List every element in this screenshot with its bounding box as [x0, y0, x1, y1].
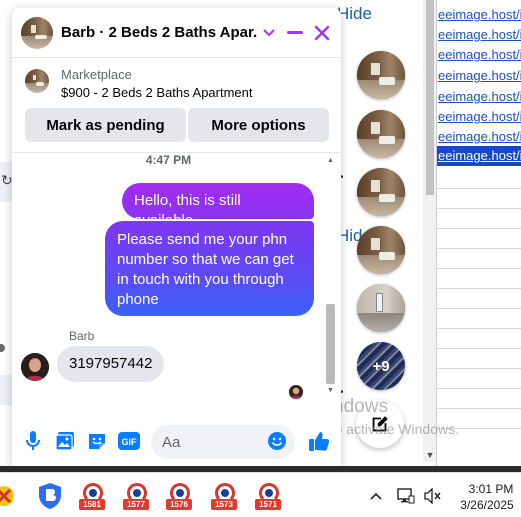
- apartment-photo: [357, 51, 405, 99]
- grid-line: [436, 248, 521, 249]
- apartment-photo: [357, 168, 405, 216]
- image-link[interactable]: eeimage.host/i/: [437, 127, 521, 147]
- chat-title[interactable]: Barb · 2 Beds 2 Baths Apar...: [61, 24, 257, 41]
- network-icon[interactable]: [397, 487, 415, 505]
- more-chats-button[interactable]: +9: [357, 342, 405, 390]
- received-message[interactable]: 3197957442: [57, 346, 165, 382]
- thumbs-up-icon[interactable]: [308, 430, 330, 452]
- notification-badge: 1577: [123, 499, 149, 510]
- chat-head-avatar[interactable]: [357, 284, 405, 332]
- image-link-selected[interactable]: eeimage.host/i/: [437, 146, 521, 166]
- grid-line: [436, 228, 521, 229]
- seen-indicator-avatar: [289, 385, 303, 399]
- image-link[interactable]: eeimage.host/i/: [437, 25, 521, 45]
- notification-badge: 1576: [166, 499, 192, 510]
- listing-name[interactable]: $900 - 2 Beds 2 Baths Apartment: [61, 85, 253, 100]
- scrollbar-thumb[interactable]: [326, 304, 335, 384]
- listing-source: Marketplace: [61, 67, 132, 82]
- grid-line: [436, 208, 521, 209]
- listing-card: Marketplace $900 - 2 Beds 2 Baths Apartm…: [12, 58, 341, 153]
- chat-head-avatar[interactable]: [357, 168, 405, 216]
- taskbar-app-icon[interactable]: 1577: [122, 481, 152, 511]
- grid-line: [436, 268, 521, 269]
- notification-badge: 1581: [79, 499, 105, 510]
- grid-line: [436, 308, 521, 309]
- more-chats-count: +9: [357, 342, 405, 390]
- taskbar-app-icon[interactable]: 1571: [254, 481, 284, 511]
- image-link[interactable]: eeimage.host/i/: [437, 45, 521, 65]
- sticker-icon[interactable]: [86, 430, 108, 452]
- microphone-icon[interactable]: [22, 430, 44, 452]
- apartment-photo: [357, 110, 405, 158]
- thread-scrollbar[interactable]: ▲ ▼: [323, 156, 338, 396]
- scrollbar-thumb[interactable]: [426, 0, 434, 195]
- taskbar-app-icon[interactable]: 1581: [78, 481, 108, 511]
- scroll-down-arrow-icon[interactable]: ▼: [325, 386, 336, 396]
- scroll-down-arrow-icon[interactable]: ▼: [423, 448, 437, 462]
- sent-message[interactable]: Hello, this is still available: [122, 183, 314, 229]
- mark-as-pending-button[interactable]: Mark as pending: [25, 108, 186, 142]
- svg-text:GIF: GIF: [122, 437, 138, 447]
- grid-line: [436, 368, 521, 369]
- chat-avatar[interactable]: [21, 17, 53, 49]
- taskbar-app-icon[interactable]: [0, 481, 22, 511]
- notification-badge: 1571: [255, 499, 281, 510]
- shield-app-icon[interactable]: [35, 481, 65, 511]
- sent-message[interactable]: Please send me your phn number so that w…: [105, 221, 314, 316]
- grid-line: [436, 288, 521, 289]
- chat-header[interactable]: Barb · 2 Beds 2 Baths Apar...: [12, 8, 341, 58]
- chevron-up-icon[interactable]: [367, 487, 385, 505]
- gif-icon[interactable]: GIF: [118, 430, 140, 452]
- image-link[interactable]: eeimage.host/i/: [437, 66, 521, 86]
- close-icon[interactable]: [311, 22, 333, 44]
- emoji-icon[interactable]: [266, 430, 288, 452]
- listing-thumbnail[interactable]: [25, 69, 49, 93]
- notification-badge: 1573: [211, 499, 237, 510]
- volume-muted-icon[interactable]: [424, 487, 442, 505]
- apartment-photo: [357, 284, 405, 332]
- taskbar: 1581 1577 1576 1573 1571 3:01 PM 3/26/20…: [0, 472, 521, 517]
- apartment-photo: [21, 17, 53, 49]
- message-composer: GIF: [12, 416, 341, 466]
- chat-head-avatar[interactable]: [357, 110, 405, 158]
- grid-line: [436, 408, 521, 409]
- hide-link[interactable]: Hide: [337, 4, 372, 24]
- grid-line: [436, 348, 521, 349]
- refresh-icon: ↻: [1, 172, 13, 188]
- clock-date[interactable]: 3/26/2025: [456, 498, 518, 512]
- chat-window: Barb · 2 Beds 2 Baths Apar... Marketplac…: [12, 8, 341, 466]
- message-thread: 4:47 PM Hello, this is still available P…: [12, 153, 341, 403]
- apartment-photo: [357, 226, 405, 274]
- taskbar-app-icon[interactable]: 1573: [210, 481, 240, 511]
- chevron-down-icon[interactable]: [258, 22, 280, 44]
- photo-gallery-icon[interactable]: [54, 430, 76, 452]
- link-list: eeimage.host/i/ eeimage.host/i/ eeimage.…: [436, 0, 521, 466]
- image-link[interactable]: eeimage.host/i/: [437, 107, 521, 127]
- scroll-up-arrow-icon[interactable]: ▲: [325, 156, 336, 166]
- sender-avatar[interactable]: [21, 353, 49, 381]
- taskbar-app-icon[interactable]: 1576: [165, 481, 195, 511]
- message-timestamp: 4:47 PM: [145, 153, 192, 167]
- sender-name: Barb: [69, 329, 95, 343]
- chat-head-avatar[interactable]: [357, 226, 405, 274]
- image-link[interactable]: eeimage.host/i/: [437, 5, 521, 25]
- grid-line: [436, 388, 521, 389]
- chat-head-avatar[interactable]: [357, 51, 405, 99]
- grid-line: [436, 188, 521, 189]
- clock-time[interactable]: 3:01 PM: [466, 482, 516, 496]
- background-dot: [0, 344, 5, 352]
- minimize-icon[interactable]: [284, 22, 306, 44]
- page-scrollbar[interactable]: ▼: [423, 0, 437, 462]
- grid-line: [436, 328, 521, 329]
- image-link[interactable]: eeimage.host/i/: [437, 87, 521, 107]
- apartment-photo: [25, 69, 49, 93]
- more-options-button[interactable]: More options: [188, 108, 329, 142]
